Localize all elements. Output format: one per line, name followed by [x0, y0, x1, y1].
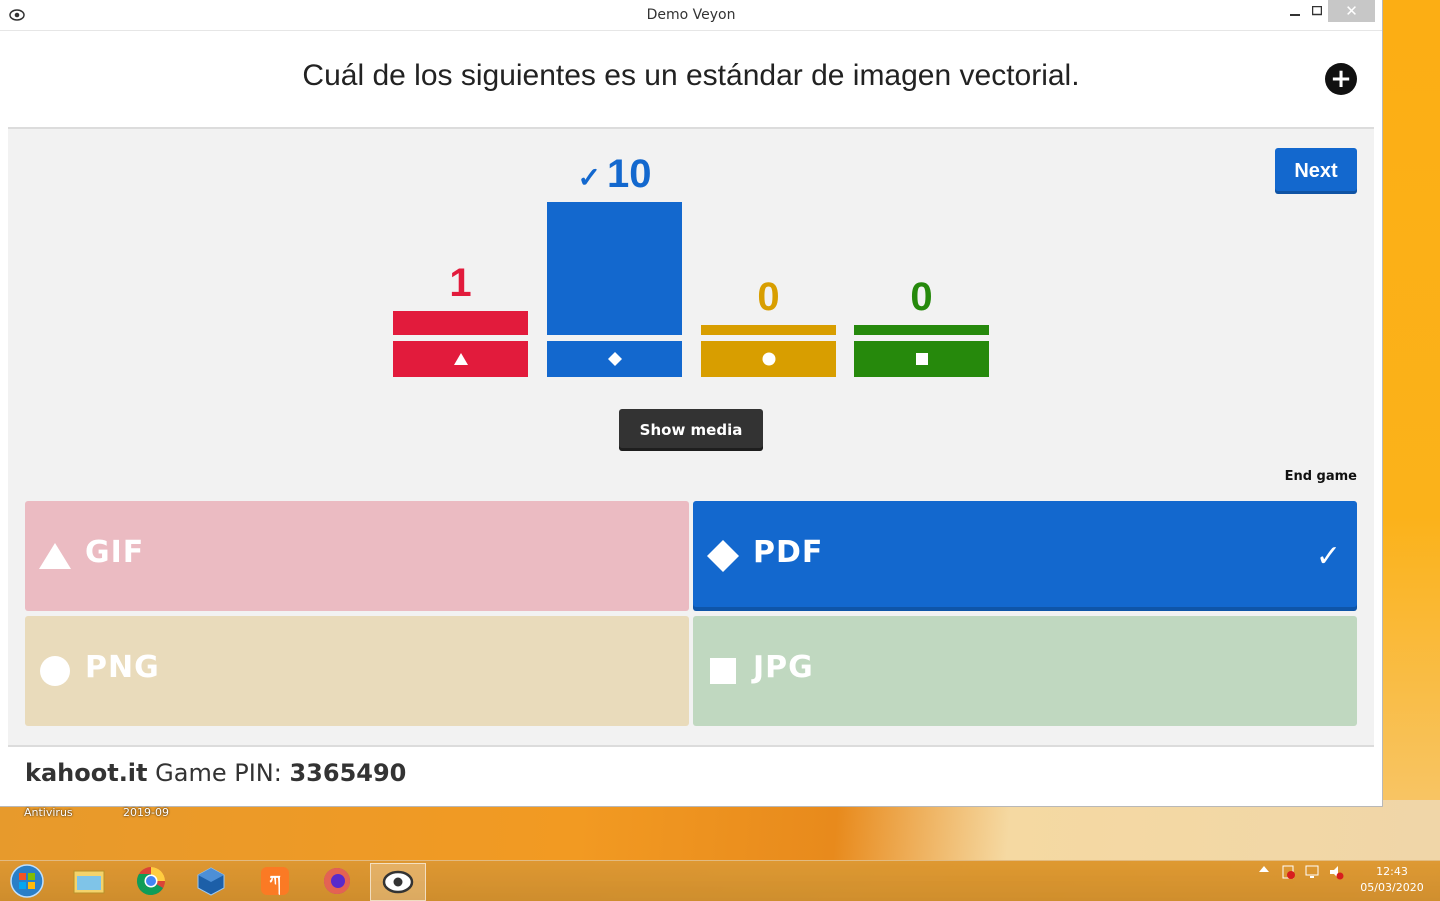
- windows-start-icon: [10, 864, 44, 898]
- file-explorer-taskbar[interactable]: [62, 863, 116, 899]
- count-label: 0: [910, 275, 933, 319]
- answer-label: PNG: [85, 650, 160, 685]
- answer-pdf: PDF ✓: [693, 501, 1357, 611]
- result-bar: [547, 202, 682, 335]
- volume-icon[interactable]: [1328, 864, 1344, 883]
- chrome-icon: [137, 867, 165, 896]
- veyon-taskbar[interactable]: [370, 863, 426, 901]
- firefox-icon: [324, 868, 350, 894]
- tray-overflow-icon[interactable]: [1258, 864, 1270, 877]
- bar-base: [547, 341, 682, 377]
- clock-time: 12:43: [1376, 865, 1408, 878]
- veyon-window: Demo Veyon ✕ Cuál de los siguientes es u…: [0, 0, 1382, 806]
- desktop-wallpaper: [1380, 0, 1440, 860]
- square-icon: [915, 353, 928, 365]
- correct-check-icon: ✓: [1315, 539, 1341, 574]
- bar-base: [854, 341, 989, 377]
- game-pin: 3365490: [289, 759, 407, 787]
- diamond-icon: [607, 352, 622, 366]
- triangle-icon: [453, 353, 468, 365]
- window-title: Demo Veyon: [646, 7, 736, 23]
- maximize-icon: [1312, 6, 1322, 16]
- firefox-taskbar[interactable]: [310, 863, 364, 899]
- answer-gif: GIF: [25, 501, 689, 611]
- xampp-icon: ཀ: [261, 867, 289, 896]
- game-pin-footer: kahoot.it Game PIN: 3365490: [8, 745, 1374, 801]
- pin-label: Game PIN:: [155, 759, 282, 787]
- kahoot-site: kahoot.it: [25, 759, 148, 787]
- diamond-icon: [707, 540, 739, 572]
- result-bar: [854, 325, 989, 335]
- answer-jpg: JPG: [693, 616, 1357, 726]
- answer-label: PDF: [753, 535, 824, 570]
- answer-png: PNG: [25, 616, 689, 726]
- result-bar: [701, 325, 836, 335]
- plus-icon[interactable]: +: [1325, 63, 1357, 95]
- count-label: 1: [449, 261, 472, 305]
- bar-base: [393, 341, 528, 377]
- maximize-button[interactable]: [1304, 0, 1330, 22]
- result-column-square: 0: [854, 171, 989, 377]
- triangle-icon: [39, 540, 71, 572]
- bar-base: [701, 341, 836, 377]
- count-label: ✓ 10: [577, 152, 652, 196]
- square-icon: [707, 655, 739, 687]
- folder-icon: [73, 870, 105, 894]
- question-text: Cuál de los siguientes es un estándar de…: [302, 59, 1080, 92]
- desktop-icon-label[interactable]: Antivirus: [24, 806, 73, 819]
- count-label: 0: [757, 275, 780, 319]
- network-icon[interactable]: [1304, 864, 1320, 883]
- veyon-eye-icon: [382, 870, 414, 894]
- kahoot-content: Cuál de los siguientes es un estándar de…: [8, 31, 1374, 801]
- chrome-taskbar[interactable]: [124, 863, 178, 899]
- answer-label: JPG: [753, 650, 814, 685]
- answer-label: GIF: [85, 535, 145, 570]
- virtualbox-taskbar[interactable]: [184, 863, 238, 899]
- title-bar: Demo Veyon ✕: [0, 0, 1382, 31]
- result-bar: [393, 311, 528, 335]
- taskbar-clock[interactable]: 12:43 05/03/2020: [1356, 864, 1428, 896]
- footer-text: kahoot.it Game PIN: 3365490: [25, 759, 406, 787]
- close-button[interactable]: ✕: [1328, 0, 1375, 22]
- minimize-icon: [1290, 14, 1300, 16]
- circle-icon: [762, 352, 775, 366]
- start-button[interactable]: [0, 863, 54, 899]
- close-icon: ✕: [1345, 2, 1358, 20]
- virtualbox-icon: [197, 867, 225, 896]
- result-column-circle: 0: [701, 171, 836, 377]
- result-column-triangle: 1: [393, 171, 528, 377]
- taskbar: ཀ: [0, 860, 1440, 901]
- result-column-diamond: ✓ 10: [547, 152, 682, 377]
- desktop-icon-label[interactable]: 2019-09: [123, 806, 169, 819]
- desktop-wallpaper-band: [0, 800, 1440, 860]
- end-game-link[interactable]: End game: [1268, 469, 1357, 484]
- xampp-taskbar[interactable]: ཀ: [248, 863, 302, 899]
- next-button[interactable]: Next: [1275, 148, 1357, 194]
- clock-date: 05/03/2020: [1360, 881, 1424, 894]
- show-media-button[interactable]: Show media: [619, 409, 763, 451]
- question-header: Cuál de los siguientes es un estándar de…: [8, 31, 1374, 129]
- correct-check-icon: ✓: [577, 162, 601, 193]
- action-center-icon[interactable]: [1280, 864, 1296, 883]
- circle-icon: [39, 655, 71, 687]
